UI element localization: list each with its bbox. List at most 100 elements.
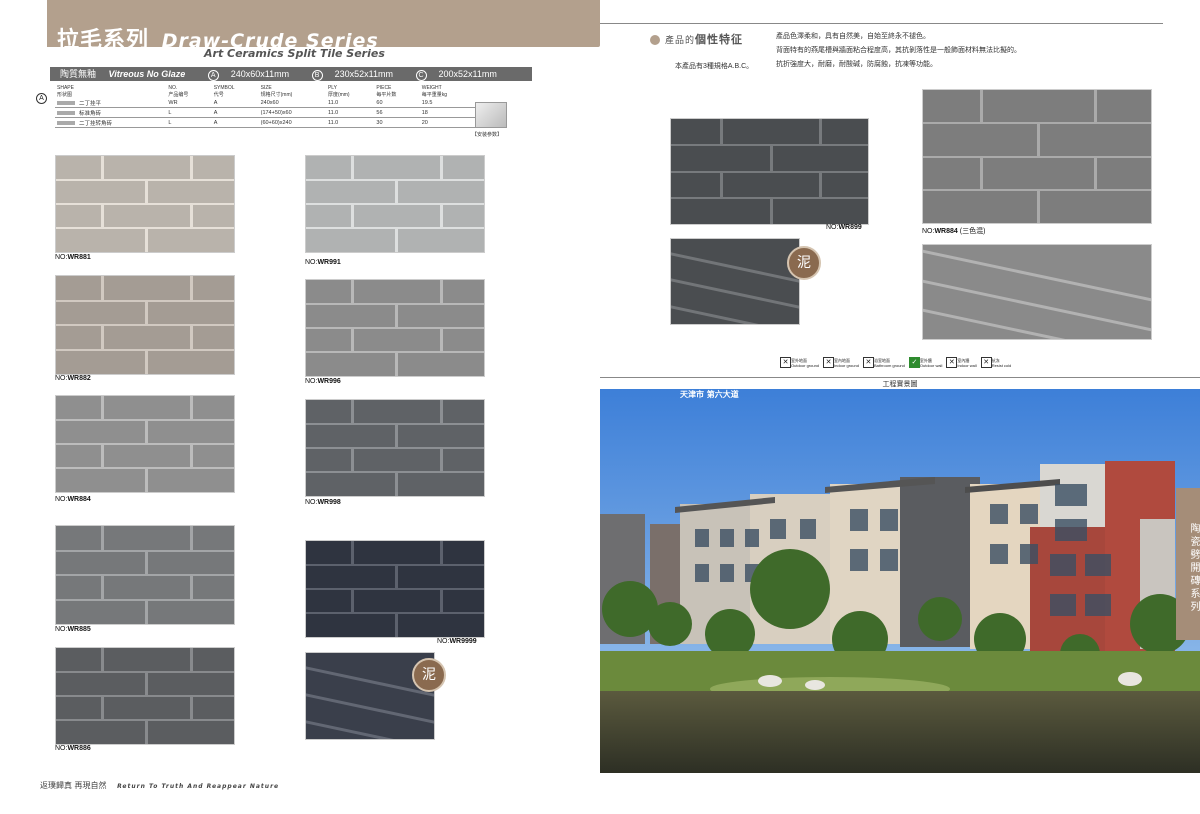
glaze-bar: 陶質無釉 Vitreous No Glaze A 240x60x11mm B 230… — [50, 67, 532, 81]
tile-code-label: NO:WR9999 — [437, 638, 477, 645]
spec-header-cell: SYMBOL — [213, 84, 235, 91]
tile-swatch — [55, 275, 235, 375]
size-b-text: 230x52x11mm — [334, 69, 393, 79]
tile-joint — [720, 119, 724, 146]
tile-joint — [923, 155, 1151, 158]
usage-label: 室外地面 Outdoor ground — [791, 358, 819, 368]
tile-joint — [439, 204, 443, 228]
check-icon: ✓ — [908, 357, 920, 368]
spec-cell-piece: 60 — [374, 98, 420, 108]
tile-joint — [350, 328, 354, 352]
tile-code: WR884 — [67, 496, 91, 503]
tile-joint — [189, 526, 193, 551]
photo-caption: 天津市 第六大道 — [680, 389, 739, 399]
tile-swatch — [55, 155, 235, 253]
bullet-dot-icon — [650, 35, 660, 45]
tile-joint — [818, 119, 822, 146]
clay-seal-icon: 泥 — [787, 246, 821, 280]
feature-line: 背面特有的燕尾槽與牆面粘合程度高，其抗剝落性是一般飾面材料無法比擬的。 — [776, 47, 1021, 54]
tile-joint — [306, 588, 484, 590]
spec-cell-size: (60+60)x240 — [258, 117, 326, 128]
spec-cell-no: L — [166, 107, 212, 118]
usage-label: 浴室地面 Bathroom ground — [874, 358, 905, 368]
cross-icon: ✕ — [862, 357, 874, 368]
usage-icon: ✓ 室外牆 Outdoor wall — [908, 357, 942, 368]
tile-no-prefix: NO: — [55, 745, 68, 752]
tile-no-prefix: NO: — [305, 499, 318, 506]
spec-shape-name: 二丁挂平 — [79, 100, 102, 107]
spec-cell-ply: 11.0 — [325, 107, 375, 118]
tile-joint — [56, 203, 234, 205]
spec-cell-ply: 11.0 — [325, 117, 375, 128]
tile-joint — [671, 274, 799, 313]
spec-row: 标准角砖 L A (174+50)x60 11.0 56 18 — [55, 107, 475, 118]
tile-no-prefix: NO: — [437, 638, 450, 645]
tile-joint — [439, 448, 443, 472]
series-title-cn: 拉毛系列 — [57, 28, 150, 53]
tile-joint — [350, 204, 354, 228]
tile-joint — [100, 396, 104, 420]
tile-joint — [439, 280, 443, 304]
tile-joint — [189, 648, 193, 672]
glaze-label-cn: 陶質無釉 — [60, 69, 97, 79]
spec-cell-symbol: A — [211, 117, 259, 128]
tile-joint — [56, 324, 234, 326]
tile-joint — [56, 574, 234, 576]
tile-joint — [189, 325, 193, 350]
spec-header-cell: WEIGHT — [421, 84, 442, 91]
footer-cn: 返璞歸真 再現自然 — [40, 781, 107, 790]
usage-label: 室內牆 Indoor wall — [957, 358, 976, 368]
tile-swatch — [305, 540, 485, 638]
tile-joint — [350, 448, 354, 472]
tile-joint — [145, 420, 148, 444]
tile-code-label: NO:WR899 — [826, 224, 862, 231]
tile-joint — [769, 197, 773, 224]
tile-joint — [395, 472, 398, 496]
tile-code: WR899 — [838, 224, 862, 231]
features-title-prefix: 產品的 — [665, 35, 696, 45]
spec-cell-symbol: A — [211, 98, 259, 108]
photo-rule — [600, 377, 1200, 378]
top-rule — [600, 23, 1163, 24]
tile-code: WR882 — [67, 375, 91, 382]
tile-code: WR881 — [67, 254, 91, 261]
size-c: C 200x52x11mm — [406, 69, 497, 81]
spec-header-cell: 代号 — [213, 92, 224, 98]
project-photo — [600, 389, 1200, 773]
tile-joint — [145, 720, 148, 744]
tile-joint — [1037, 123, 1040, 157]
tile-code: WR886 — [67, 745, 91, 752]
tile-joint — [189, 696, 193, 720]
tile-joint — [671, 170, 868, 173]
footer-en: Return To Truth And Reappear Nature — [117, 783, 280, 790]
feature-line: 抗折強度大，耐磨，耐酸碱，防腐蝕，抗凍等功能。 — [776, 61, 937, 68]
tile-no-prefix: NO: — [55, 496, 68, 503]
usage-label-en: Outdoor ground — [791, 362, 820, 368]
side-tab: 陶瓷劈開磚系列 — [1176, 488, 1200, 640]
spec-header-cell: 每平片数 — [376, 92, 397, 98]
features-title-main: 個性特征 — [695, 34, 744, 46]
tile-joint — [350, 280, 354, 304]
clay-seal-icon: 泥 — [412, 658, 446, 692]
size-a-text: 240x60x11mm — [230, 69, 290, 79]
tile-code-label: NO:WR991 — [305, 259, 341, 266]
spec-header-cell: SIZE — [260, 84, 272, 91]
tile-joint — [189, 396, 193, 420]
tile-joint — [145, 550, 148, 575]
spec-cell-piece: 30 — [374, 117, 420, 128]
mark-b-icon: B — [311, 70, 323, 81]
tile-joint — [923, 246, 1151, 306]
tile-closeup — [670, 238, 800, 325]
tile-joint — [189, 444, 193, 468]
tile-swatch — [305, 155, 485, 253]
tile-joint — [395, 613, 398, 637]
tile-joint — [100, 325, 104, 350]
tile-joint — [395, 352, 398, 376]
tile-joint — [306, 203, 484, 205]
usage-icon: ✕ 室外地面 Outdoor ground — [780, 357, 819, 368]
tile-joint — [100, 276, 104, 301]
feature-line: 產品色澤柔和，具有自然美，自始至終永不褪色。 — [776, 33, 930, 40]
tile-joint — [980, 90, 983, 124]
tile-joint — [145, 599, 148, 624]
tile-no-prefix: NO: — [55, 375, 68, 382]
